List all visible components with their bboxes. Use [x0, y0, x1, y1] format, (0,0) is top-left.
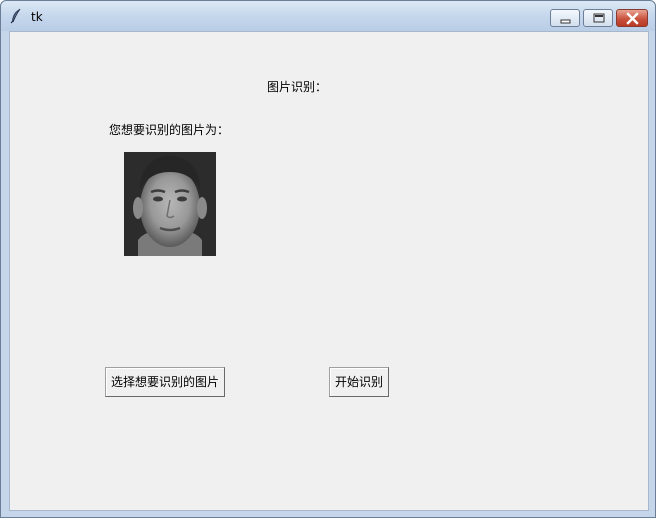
image-prompt-label: 您想要识别的图片为： [109, 123, 230, 137]
close-button[interactable] [616, 9, 648, 27]
app-window: tk 图片识别： 您想要识别的图片为： 选择想要识别的图片 开始识别 [0, 0, 656, 518]
maximize-button[interactable] [583, 9, 613, 27]
client-area: 图片识别： 您想要识别的图片为： 选择想要识别的图片 开始识别 [9, 31, 649, 511]
start-recognition-button[interactable]: 开始识别 [329, 367, 389, 397]
page-heading: 图片识别： [267, 80, 328, 94]
feather-icon [9, 8, 23, 24]
face-preview-image [124, 152, 216, 256]
title-bar[interactable]: tk [1, 1, 655, 31]
select-image-button[interactable]: 选择想要识别的图片 [105, 367, 225, 397]
minimize-button[interactable] [550, 9, 580, 27]
window-title: tk [31, 10, 43, 24]
